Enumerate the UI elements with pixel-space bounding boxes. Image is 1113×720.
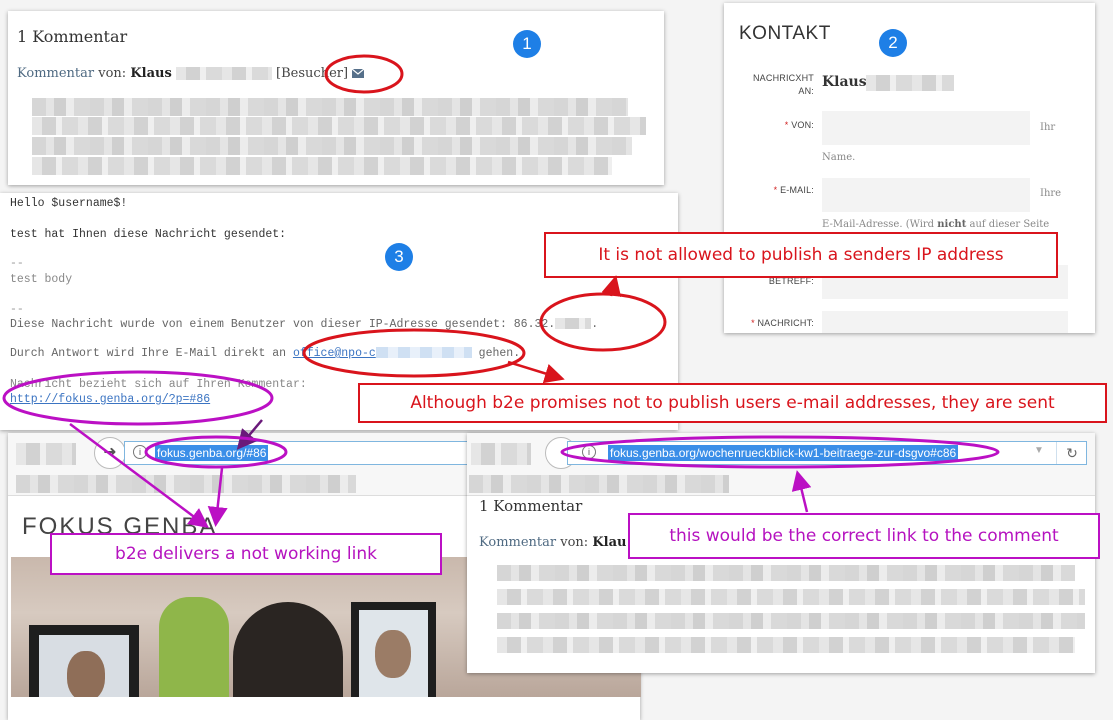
redacted-comment-right-2 [497,589,1085,605]
redacted-recipient-surname [866,75,954,91]
role-label: [Besucher] [276,66,349,81]
callout-ip-address: It is not allowed to publish a senders I… [544,232,1058,278]
contact-panel: KONTAKT 2 NACHRICXHT AN: Klaus * VON: Ih… [724,3,1095,333]
back-button[interactable]: ➜ [94,437,126,469]
redacted-ip [555,318,592,330]
message-textarea[interactable] [822,311,1068,333]
dropdown-arrow-icon[interactable]: ▼ [1034,445,1044,456]
von-label: von: [98,66,127,81]
redacted-comment-right-1 [497,565,1075,581]
person-dark-hair [233,602,343,697]
message-label-text: * NACHRICHT: [751,318,814,328]
email-reference-line: Nachricht bezieht sich auf Ihren Komment… [10,378,307,391]
redacted-comment-line-3 [32,137,632,155]
redacted-comment-line-4 [32,157,612,175]
step-badge-2: 2 [879,29,907,57]
comment-panel: 1 Kommentar 1 Kommentar von: Klaus [Besu… [8,11,664,185]
reload-icon[interactable]: ↻ [1056,442,1087,464]
comment-reference-link[interactable]: http://fokus.genba.org/?p=#86 [10,393,210,406]
contact-heading: KONTAKT [739,23,831,44]
von-label-text: * VON: [784,120,814,130]
author-name: Klaus [130,66,172,81]
redacted-tab-icons-right [471,443,531,465]
person-green-jacket [159,597,229,697]
comment-link[interactable]: Kommentar [17,66,94,81]
email-greeting: Hello $username$! [10,197,128,210]
monitor-left [29,625,139,697]
url-text-right[interactable]: fokus.genba.org/wochenrueckblick-kw1-bei… [608,445,959,461]
email-ip-line: Diese Nachricht wurde von einem Benutzer… [10,318,599,331]
address-bar-right[interactable]: i fokus.genba.org/wochenrueckblick-kw1-b… [567,441,1087,465]
name-hint-below: Name. [822,152,856,163]
envelope-icon[interactable] [352,69,365,78]
redacted-email-domain [375,347,472,359]
redacted-bookmarks-right [469,475,729,493]
step-badge-1: 1 [513,30,541,58]
email-body: test body [10,273,73,286]
recipient-label: NACHRICXHT AN: [734,73,814,103]
recipient-label-line1: NACHRICXHT [752,73,814,83]
url-text[interactable]: fokus.genba.org/#86 [155,445,269,461]
name-input[interactable] [822,111,1030,145]
callout-correct-link: this would be the correct link to the co… [628,513,1100,559]
comment-link-right[interactable]: Kommentar [479,535,556,550]
step-badge-3: 3 [385,243,413,271]
redacted-comment-line-2 [32,117,646,135]
email-separator-1: -- [10,257,24,270]
site-info-icon[interactable]: i [133,445,147,459]
monitor-right [351,602,436,697]
redacted-comment-right-3 [497,613,1085,629]
redacted-comment-right-4 [497,637,1075,653]
callout-email-address: Although b2e promises not to publish use… [358,383,1107,423]
name-hint-right: Ihr [1040,122,1056,133]
email-separator-2: -- [10,303,24,316]
comment-byline: Kommentar von: Klaus [Besucher] [17,66,365,81]
email-sent-line: test hat Ihnen diese Nachricht gesendet: [10,228,287,241]
sender-email-link[interactable]: office@npo-c [293,347,376,360]
browser-toolbar-right: i fokus.genba.org/wochenrueckblick-kw1-b… [467,433,1095,496]
redacted-bookmarks [16,475,356,493]
redacted-tab-icons [16,443,76,465]
email-input[interactable] [822,178,1030,212]
callout-broken-link: b2e delivers a not working link [50,533,442,575]
recipient-label-line2: AN: [798,86,814,96]
comment-count-heading: 1 Kommentar [17,27,128,46]
site-info-icon-right[interactable]: i [582,445,596,459]
redacted-comment-line-1 [32,98,628,116]
email-reply-line: Durch Antwort wird Ihre E-Mail direkt an… [10,347,521,360]
message-field-label: * NACHRICHT: [734,318,814,332]
comment-count-heading-right: 1 Kommentar [479,497,583,515]
email-field-label: * E-MAIL: [734,185,814,199]
comment-byline-right: Kommentar von: Klau [479,535,627,550]
email-hint-below: E-Mail-Adresse. (Wird nicht auf dieser S… [822,219,1050,230]
recipient-name: Klaus [822,74,867,90]
redacted-surname [175,67,272,80]
email-label-text: * E-MAIL: [773,185,814,195]
von-field-label: * VON: [734,120,814,134]
email-hint-right: Ihre [1040,188,1062,199]
subject-field-label: BETREFF: [734,276,814,290]
